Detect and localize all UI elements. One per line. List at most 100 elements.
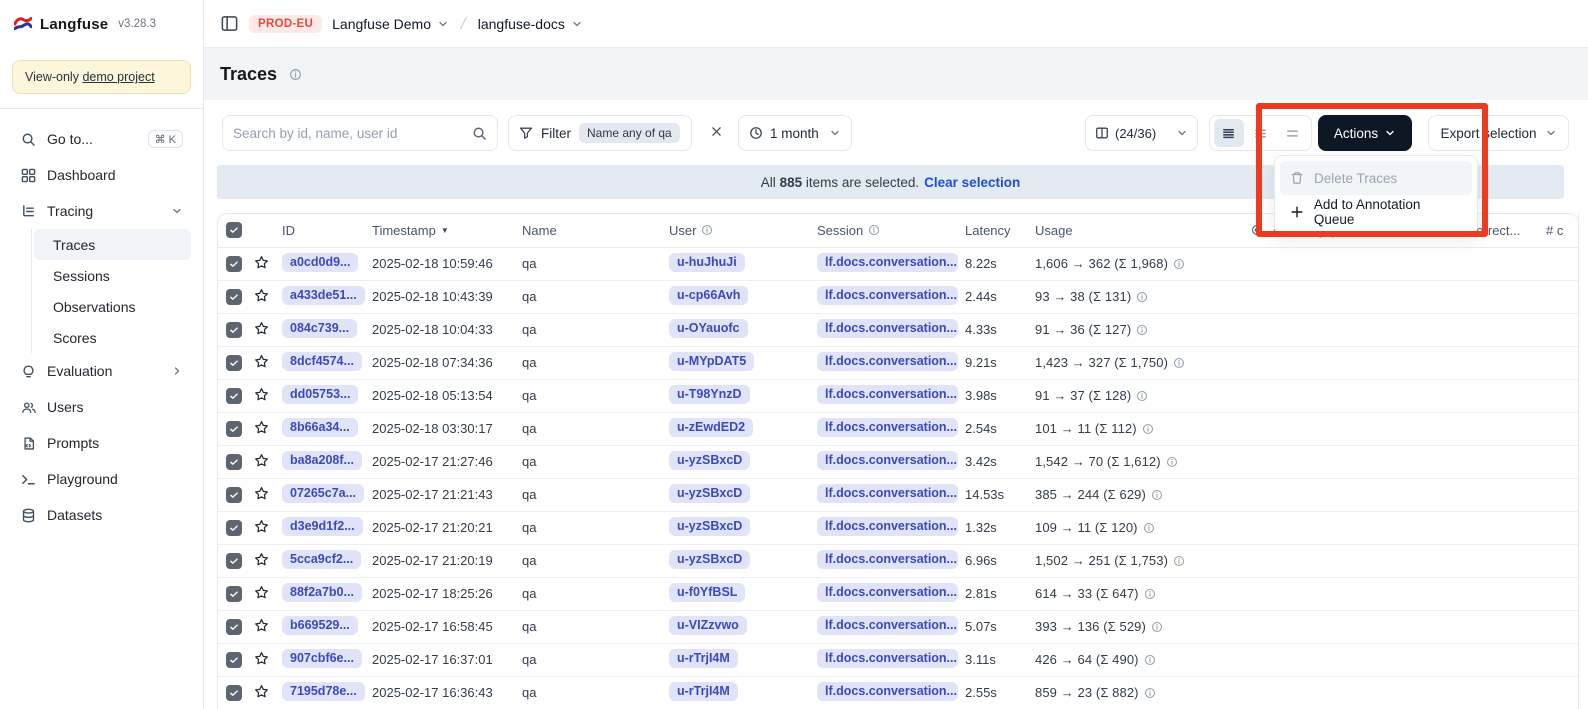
row-checkbox[interactable] [226,289,242,305]
table-row[interactable]: ba8a208f... 2025-02-17 21:27:46 qa u-yzS… [218,445,1579,478]
table-row[interactable]: dd05753... 2025-02-18 05:13:54 qa u-T98Y… [218,379,1579,412]
table-row[interactable]: 5cca9cf2... 2025-02-17 21:20:19 qa u-yzS… [218,544,1579,577]
sidebar-item-evaluation[interactable]: Evaluation [12,353,191,389]
star-icon[interactable] [254,684,269,699]
user-badge[interactable]: u-VIZzvwo [669,616,747,635]
session-badge[interactable]: lf.docs.conversation... [817,517,958,536]
star-icon[interactable] [254,321,269,336]
header-name[interactable]: Name [522,214,669,247]
table-row[interactable]: d3e9d1f2... 2025-02-17 21:20:21 qa u-yzS… [218,511,1579,544]
sidebar-item-tracing[interactable]: Tracing [12,193,191,229]
row-height-tall-button[interactable] [1277,119,1307,147]
row-checkbox[interactable] [226,586,242,602]
clear-selection-link[interactable]: Clear selection [924,175,1020,190]
select-all-checkbox[interactable] [226,222,242,238]
row-height-compact-button[interactable] [1214,119,1244,147]
goto-search[interactable]: Go to... ⌘ K [12,121,191,157]
user-badge[interactable]: u-zEwdED2 [669,418,753,437]
sidebar-item-sessions[interactable]: Sessions [34,260,191,291]
session-badge[interactable]: lf.docs.conversation... [817,649,958,668]
actions-button[interactable]: Actions [1318,115,1412,151]
sidebar-item-prompts[interactable]: Prompts [12,425,191,461]
star-icon[interactable] [254,519,269,534]
row-checkbox[interactable] [226,388,242,404]
user-badge[interactable]: u-yzSBxcD [669,484,750,503]
trace-id-badge[interactable]: 907cbf6e... [282,649,362,668]
time-range-selector[interactable]: 1 month [738,115,852,151]
trace-id-badge[interactable]: 8b66a34... [282,418,358,437]
session-badge[interactable]: lf.docs.conversation... [817,583,958,602]
session-badge[interactable]: lf.docs.conversation... [817,616,958,635]
header-id[interactable]: ID [282,214,372,247]
trace-id-badge[interactable]: 5cca9cf2... [282,550,361,569]
sidebar-item-scores[interactable]: Scores [34,322,191,353]
user-badge[interactable]: u-f0YfBSL [669,583,745,602]
sidebar-toggle-icon[interactable] [220,14,239,33]
session-badge[interactable]: lf.docs.conversation... [817,385,958,404]
clear-filter-icon[interactable] [704,121,728,145]
trace-id-badge[interactable]: 88f2a7b0... [282,583,362,602]
star-icon[interactable] [254,618,269,633]
user-badge[interactable]: u-yzSBxcD [669,451,750,470]
header-timestamp[interactable]: Timestamp▼ [372,214,522,247]
session-badge[interactable]: lf.docs.conversation... [817,682,958,701]
table-row[interactable]: a0cd0d9... 2025-02-18 10:59:46 qa u-huJh… [218,247,1579,280]
trace-id-badge[interactable]: ba8a208f... [282,451,362,470]
user-badge[interactable]: u-OYauofc [669,319,748,338]
trace-id-badge[interactable]: d3e9d1f2... [282,517,363,536]
table-row[interactable]: 07265c7a... 2025-02-17 21:21:43 qa u-yzS… [218,478,1579,511]
star-icon[interactable] [254,453,269,468]
menu-item-delete-traces[interactable]: Delete Traces [1280,161,1472,195]
trace-id-badge[interactable]: dd05753... [282,385,358,404]
demo-project-link[interactable]: demo project [82,70,154,84]
table-row[interactable]: a433de51... 2025-02-18 10:43:39 qa u-cp6… [218,280,1579,313]
header-usage[interactable]: Usage [1035,214,1251,247]
sidebar-item-playground[interactable]: Playground [12,461,191,497]
column-visibility-selector[interactable]: (24/36) [1085,115,1198,151]
session-badge[interactable]: lf.docs.conversation... [817,484,958,503]
menu-item-add-to-annotation-queue[interactable]: Add to Annotation Queue [1280,195,1472,229]
table-row[interactable]: 907cbf6e... 2025-02-17 16:37:01 qa u-rTr… [218,643,1579,676]
user-badge[interactable]: u-T98YnzD [669,385,750,404]
session-badge[interactable]: lf.docs.conversation... [817,352,958,371]
project-selector[interactable]: langfuse-docs [478,16,583,32]
row-checkbox[interactable] [226,322,242,338]
row-checkbox[interactable] [226,553,242,569]
user-badge[interactable]: u-huJhuJi [669,253,745,272]
row-checkbox[interactable] [226,454,242,470]
user-badge[interactable]: u-MYpDAT5 [669,352,754,371]
search-icon[interactable] [472,126,487,141]
org-selector[interactable]: Langfuse Demo [332,16,449,32]
session-badge[interactable]: lf.docs.conversation... [817,253,958,272]
header-session[interactable]: Session [817,214,965,247]
session-badge[interactable]: lf.docs.conversation... [817,418,958,437]
session-badge[interactable]: lf.docs.conversation... [817,286,958,305]
header-last[interactable]: # c [1546,214,1579,247]
table-row[interactable]: 7195d78e... 2025-02-17 16:36:43 qa u-rTr… [218,676,1579,709]
row-checkbox[interactable] [226,685,242,701]
trace-id-badge[interactable]: a0cd0d9... [282,253,358,272]
row-height-medium-button[interactable] [1246,119,1276,147]
table-row[interactable]: 084c739... 2025-02-18 10:04:33 qa u-OYau… [218,313,1579,346]
trace-id-badge[interactable]: 07265c7a... [282,484,364,503]
row-checkbox[interactable] [226,619,242,635]
sidebar-item-observations[interactable]: Observations [34,291,191,322]
sidebar-item-traces[interactable]: Traces [34,229,191,260]
sidebar-item-datasets[interactable]: Datasets [12,497,191,533]
row-checkbox[interactable] [226,355,242,371]
trace-id-badge[interactable]: 084c739... [282,319,357,338]
table-row[interactable]: 8b66a34... 2025-02-18 03:30:17 qa u-zEwd… [218,412,1579,445]
star-icon[interactable] [254,255,269,270]
header-user[interactable]: User [669,214,817,247]
filter-button[interactable]: Filter Name any of qa [508,115,692,151]
star-icon[interactable] [254,354,269,369]
trace-id-badge[interactable]: a433de51... [282,286,365,305]
user-badge[interactable]: u-rTrjI4M [669,649,738,668]
star-icon[interactable] [254,288,269,303]
trace-id-badge[interactable]: b669529... [282,616,358,635]
star-icon[interactable] [254,420,269,435]
export-selection-button[interactable]: Export selection [1428,115,1569,151]
user-badge[interactable]: u-yzSBxcD [669,517,750,536]
search-input[interactable]: Search by id, name, user id [222,115,498,151]
table-row[interactable]: 88f2a7b0... 2025-02-17 18:25:26 qa u-f0Y… [218,577,1579,610]
